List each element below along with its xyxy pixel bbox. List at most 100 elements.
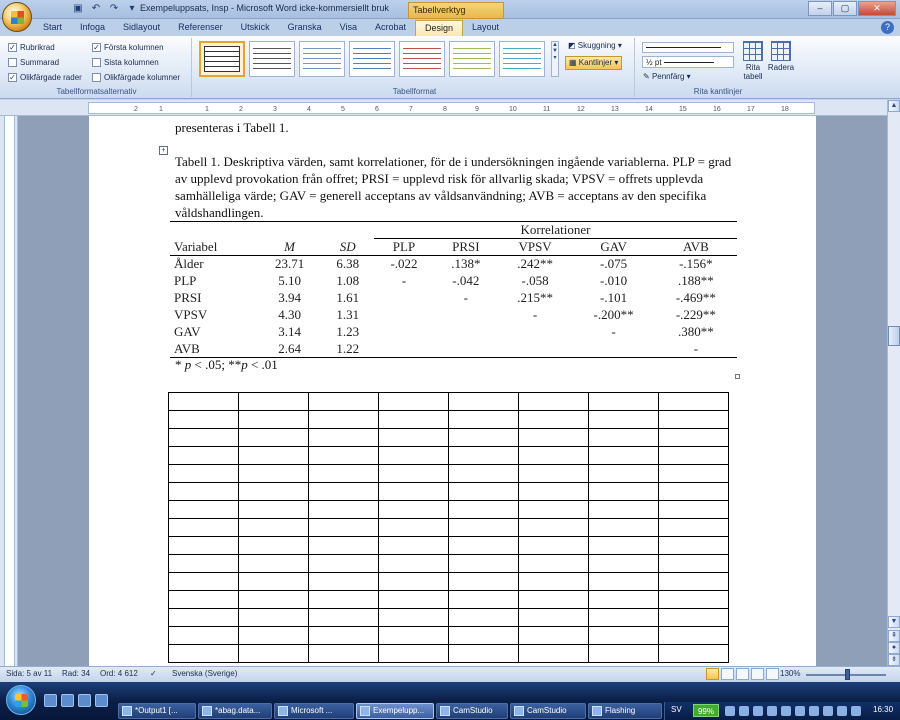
close-button[interactable]: ✕ [858,1,896,16]
scroll-down-icon[interactable]: ▼ [888,616,900,628]
table-cell[interactable]: 1.23 [321,324,374,341]
grid-cell[interactable] [168,644,239,663]
grid-row[interactable] [168,410,729,429]
table-cell[interactable] [498,324,573,341]
vertical-scrollbar[interactable]: ▲ ▼ ⇞ ● ⇟ [887,100,900,666]
grid-cell[interactable] [168,626,239,645]
grid-cell[interactable] [658,554,729,573]
table-cell[interactable]: - [655,341,737,358]
grid-cell[interactable] [518,446,589,465]
grid-cell[interactable] [238,482,309,501]
table-cell[interactable]: VPSV [170,307,258,324]
table-cell[interactable]: -.469** [655,290,737,307]
table-cell[interactable]: - [498,307,573,324]
tab-start[interactable]: Start [34,20,71,36]
grid-cell[interactable] [308,446,379,465]
previous-page-icon[interactable]: ⇞ [888,630,900,642]
grid-cell[interactable] [238,410,309,429]
tray-app-icon[interactable] [851,706,861,716]
media-icon[interactable] [95,694,108,707]
table-style-light-blue[interactable] [299,41,345,77]
table-cell[interactable]: -.229** [655,307,737,324]
grid-cell[interactable] [378,482,449,501]
table-cell[interactable]: -.010 [572,273,654,290]
checkbox-unchecked-icon[interactable] [92,73,101,82]
grid-cell[interactable] [238,428,309,447]
body-text[interactable]: presenteras i Tabell 1. [175,120,289,136]
table-row[interactable]: AVB 2.64 1.22 - [170,341,737,358]
option-total-row[interactable]: Summarad [8,55,93,70]
table-cell[interactable] [434,324,498,341]
table-move-handle-icon[interactable]: + [159,146,168,155]
document-area[interactable]: presenteras i Tabell 1. + Tabell 1. Desk… [18,116,888,666]
eraser-button[interactable]: Radera [764,40,798,82]
column-header[interactable]: PRSI [434,239,498,256]
page-count[interactable]: Sida: 5 av 11 [6,669,52,678]
vertical-ruler-track[interactable] [4,116,15,666]
tab-granska[interactable]: Granska [279,20,331,36]
grid-row[interactable] [168,572,729,591]
grid-cell[interactable] [378,572,449,591]
grid-cell[interactable] [308,482,379,501]
outline-view-icon[interactable] [751,668,764,680]
grid-cell[interactable] [308,392,379,411]
grid-row[interactable] [168,446,729,465]
grid-row[interactable] [168,518,729,537]
grid-cell[interactable] [378,410,449,429]
tab-utskick[interactable]: Utskick [232,20,279,36]
grid-cell[interactable] [658,500,729,519]
browse-object-icon[interactable]: ● [888,642,900,654]
table-cell[interactable] [374,290,434,307]
zoom-level[interactable]: 130% [780,669,800,678]
grid-cell[interactable] [518,536,589,555]
table-row[interactable]: VPSV 4.30 1.31 - -.200** -.229** [170,307,737,324]
grid-cell[interactable] [448,644,519,663]
table-cell[interactable]: GAV [170,324,258,341]
undo-icon[interactable]: ↶ [90,3,102,15]
grid-cell[interactable] [658,518,729,537]
table-cell[interactable]: -.022 [374,256,434,273]
grid-cell[interactable] [308,500,379,519]
option-last-column[interactable]: Sista kolumnen [92,55,192,70]
option-first-column[interactable]: ✓ Första kolumnen [92,40,192,55]
grid-cell[interactable] [658,608,729,627]
table-row[interactable]: Ålder 23.71 6.38 -.022 .138* .242** -.07… [170,256,737,273]
grid-cell[interactable] [378,626,449,645]
table-cell[interactable]: 1.61 [321,290,374,307]
grid-row[interactable] [168,536,729,555]
table-cell[interactable]: 3.14 [258,324,322,341]
table-cell[interactable]: .215** [498,290,573,307]
grid-cell[interactable] [238,464,309,483]
table-cell[interactable]: .138* [434,256,498,273]
grid-cell[interactable] [588,590,659,609]
grid-cell[interactable] [588,428,659,447]
grid-cell[interactable] [658,572,729,591]
grid-cell[interactable] [168,482,239,501]
table-cell[interactable]: PLP [170,273,258,290]
grid-cell[interactable] [448,626,519,645]
grid-cell[interactable] [448,392,519,411]
grid-cell[interactable] [588,500,659,519]
grid-cell[interactable] [378,518,449,537]
grid-cell[interactable] [448,482,519,501]
tab-layout[interactable]: Layout [463,20,508,36]
tab-design[interactable]: Design [415,20,464,36]
spelling-check-icon[interactable]: ✓ [150,669,157,678]
table-cell[interactable]: Ålder [170,256,258,273]
tray-app-icon[interactable] [781,706,791,716]
grid-cell[interactable] [518,482,589,501]
styles-scroll[interactable]: ▲ ▼ ▾ [551,41,559,77]
grid-cell[interactable] [588,518,659,537]
grid-cell[interactable] [238,626,309,645]
table-cell[interactable]: .188** [655,273,737,290]
show-desktop-icon[interactable] [44,694,57,707]
table-cell[interactable] [498,341,573,358]
grid-cell[interactable] [588,446,659,465]
grid-cell[interactable] [168,608,239,627]
grid-cell[interactable] [518,410,589,429]
grid-cell[interactable] [448,590,519,609]
taskbar-item-camstudio[interactable]: CamStudio [436,703,508,719]
network-icon[interactable] [725,706,735,716]
table-cell[interactable] [170,222,374,239]
table-cell[interactable] [572,341,654,358]
